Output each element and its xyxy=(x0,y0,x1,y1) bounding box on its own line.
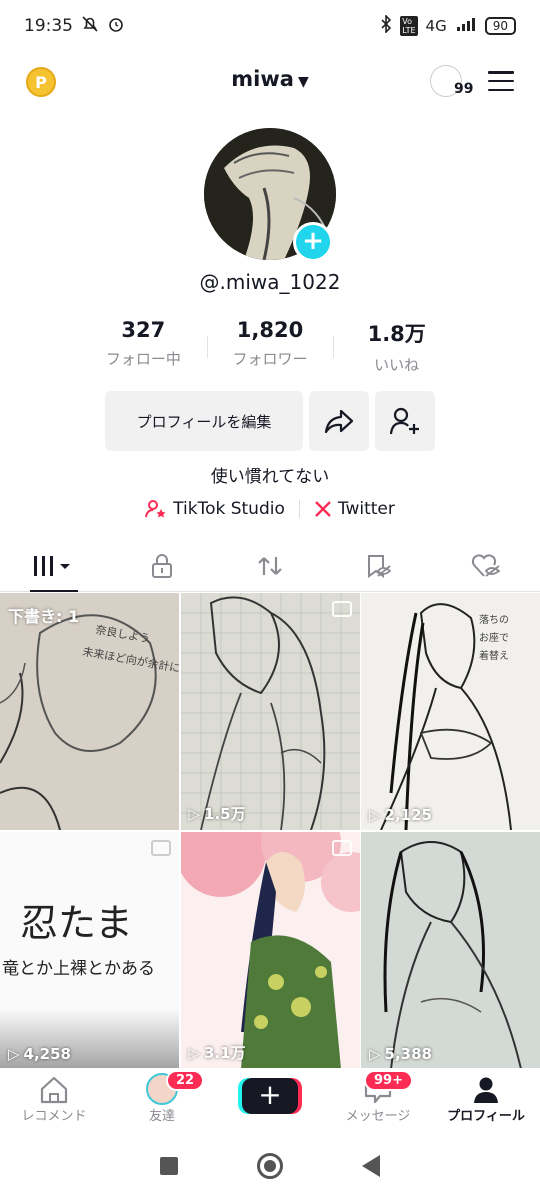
following-stat[interactable]: 327 フォロー中 xyxy=(80,318,207,375)
play-icon: ▷ xyxy=(369,1045,381,1063)
profile-links: TikTok Studio Twitter xyxy=(0,499,540,519)
network-type: 4G xyxy=(425,17,447,35)
nav-home[interactable]: レコメンド xyxy=(0,1068,108,1132)
nav-profile[interactable]: プロフィール xyxy=(432,1068,540,1132)
video-thumbnail[interactable]: 落ちの お座で 着替え ▷ 2,125 xyxy=(361,593,540,830)
x-logo-icon xyxy=(315,501,331,517)
back-button[interactable] xyxy=(362,1155,381,1177)
nav-friends[interactable]: 22 友達 xyxy=(108,1068,216,1132)
system-navigation xyxy=(0,1140,540,1192)
video-grid: 奈良しよう 未来ほど向が余計に 下書き: 1 ▷ 1.5万 落ちの お座で 着替… xyxy=(0,593,540,1069)
tab-favorites[interactable] xyxy=(324,540,432,591)
profile-handle: @.miwa_1022 xyxy=(199,270,341,294)
stat-label: フォロー中 xyxy=(105,350,181,368)
heart-hidden-icon xyxy=(471,553,501,577)
nav-inbox[interactable]: 99+ メッセージ xyxy=(324,1068,432,1132)
play-icon: ▷ xyxy=(188,1043,201,1062)
photo-post-icon xyxy=(151,840,171,856)
stat-value: 1.8万 xyxy=(367,322,426,346)
recents-button[interactable] xyxy=(159,1157,178,1175)
grid-icon xyxy=(34,555,70,576)
bottom-nav: レコメンド 22 友達 + 99+ メッセージ プロフィール xyxy=(0,1068,540,1132)
view-count: ▷ 4,258 xyxy=(8,1045,71,1063)
add-friend-button[interactable] xyxy=(375,391,435,451)
nav-label: 友達 xyxy=(148,1109,175,1124)
stat-value: 1,820 xyxy=(236,318,304,342)
view-count: ▷ 5,388 xyxy=(369,1045,432,1063)
link-label: TikTok Studio xyxy=(173,499,285,519)
nav-create[interactable]: + xyxy=(216,1068,324,1132)
video-thumbnail[interactable]: ▷ 3.1万 xyxy=(180,832,360,1069)
profile-header: P miwa ▼ 99 xyxy=(0,55,540,107)
status-time: 19:35 xyxy=(24,16,73,36)
username: miwa xyxy=(231,67,294,91)
view-count: ▷ 2,125 xyxy=(369,806,432,824)
video-thumbnail[interactable]: ▷ 1.5万 xyxy=(180,593,360,830)
view-count: ▷ 1.5万 xyxy=(188,804,246,824)
stat-label: フォロワー xyxy=(232,350,308,368)
video-thumbnail[interactable]: 忍たま 竜とか上裸とかある ▷ 4,258 xyxy=(0,832,179,1069)
chevron-down-icon: ▼ xyxy=(297,74,309,90)
tab-videos[interactable] xyxy=(0,540,108,592)
add-avatar-button[interactable]: + xyxy=(293,222,333,262)
tab-reposts[interactable] xyxy=(216,540,324,591)
volte-icon: Vo LTE xyxy=(400,16,418,36)
home-button[interactable] xyxy=(256,1153,283,1179)
nav-label: プロフィール xyxy=(447,1109,525,1124)
video-thumbnail-draft[interactable]: 奈良しよう 未来ほど向が余計に 下書き: 1 xyxy=(0,593,179,830)
signal-icon xyxy=(455,17,477,35)
edit-profile-button[interactable]: プロフィールを編集 xyxy=(105,391,303,451)
play-icon: ▷ xyxy=(188,804,201,823)
tab-private[interactable] xyxy=(108,540,216,591)
home-icon xyxy=(40,1076,68,1104)
status-bar: 19:35 Vo LTE 4G 90 xyxy=(0,0,540,52)
lock-icon xyxy=(152,553,172,578)
play-icon: ▷ xyxy=(369,806,381,824)
notification-badge: 22 xyxy=(166,1070,205,1091)
thumbnail-text: 忍たま xyxy=(20,901,133,945)
share-icon xyxy=(324,409,354,434)
alarm-icon xyxy=(107,15,125,38)
tiktok-studio-link[interactable]: TikTok Studio xyxy=(145,499,285,519)
photo-post-icon xyxy=(331,601,352,617)
notification-count: 99 xyxy=(454,81,474,97)
video-thumbnail[interactable]: ▷ 5,388 xyxy=(361,832,540,1069)
bookmark-hidden-icon xyxy=(368,554,392,578)
photo-post-icon xyxy=(331,840,352,856)
thumbnail-text: 竜とか上裸とかある xyxy=(2,959,155,979)
repost-icon xyxy=(258,556,282,575)
create-post-button[interactable]: + xyxy=(242,1078,298,1114)
stat-value: 327 xyxy=(121,318,166,342)
play-icon: ▷ xyxy=(8,1045,20,1063)
profile-stats: 327 フォロー中 1,820 フォロワー 1.8万 いいね xyxy=(80,318,460,375)
mute-icon xyxy=(81,15,99,38)
svg-text:着替え: 着替え xyxy=(479,649,509,662)
nav-label: レコメンド xyxy=(21,1109,87,1124)
nav-label: メッセージ xyxy=(345,1109,411,1124)
battery-icon: 90 xyxy=(484,17,516,35)
link-label: Twitter xyxy=(337,499,395,519)
followers-stat[interactable]: 1,820 フォロワー xyxy=(206,318,334,375)
likes-stat[interactable]: 1.8万 いいね xyxy=(333,318,460,375)
notification-badge: 99+ xyxy=(364,1070,413,1091)
content-tabs xyxy=(0,540,540,592)
studio-icon xyxy=(145,500,166,518)
link-divider xyxy=(298,500,300,518)
view-count: ▷ 3.1万 xyxy=(188,1043,246,1063)
stat-label: いいね xyxy=(374,356,420,374)
profile-bio: 使い慣れてない xyxy=(210,467,330,487)
svg-text:お座で: お座で xyxy=(479,631,509,644)
profile-icon xyxy=(474,1077,498,1103)
profile-actions: プロフィールを編集 xyxy=(105,391,435,451)
svg-text:落ちの: 落ちの xyxy=(479,614,509,626)
share-profile-button[interactable] xyxy=(309,391,369,451)
menu-icon[interactable] xyxy=(488,71,514,91)
twitter-link[interactable]: Twitter xyxy=(314,499,395,519)
bluetooth-icon xyxy=(380,14,392,37)
add-user-icon xyxy=(389,407,419,435)
tab-liked[interactable] xyxy=(432,540,540,591)
draft-label: 下書き: 1 xyxy=(8,607,80,626)
home-button-dot xyxy=(263,1160,276,1172)
